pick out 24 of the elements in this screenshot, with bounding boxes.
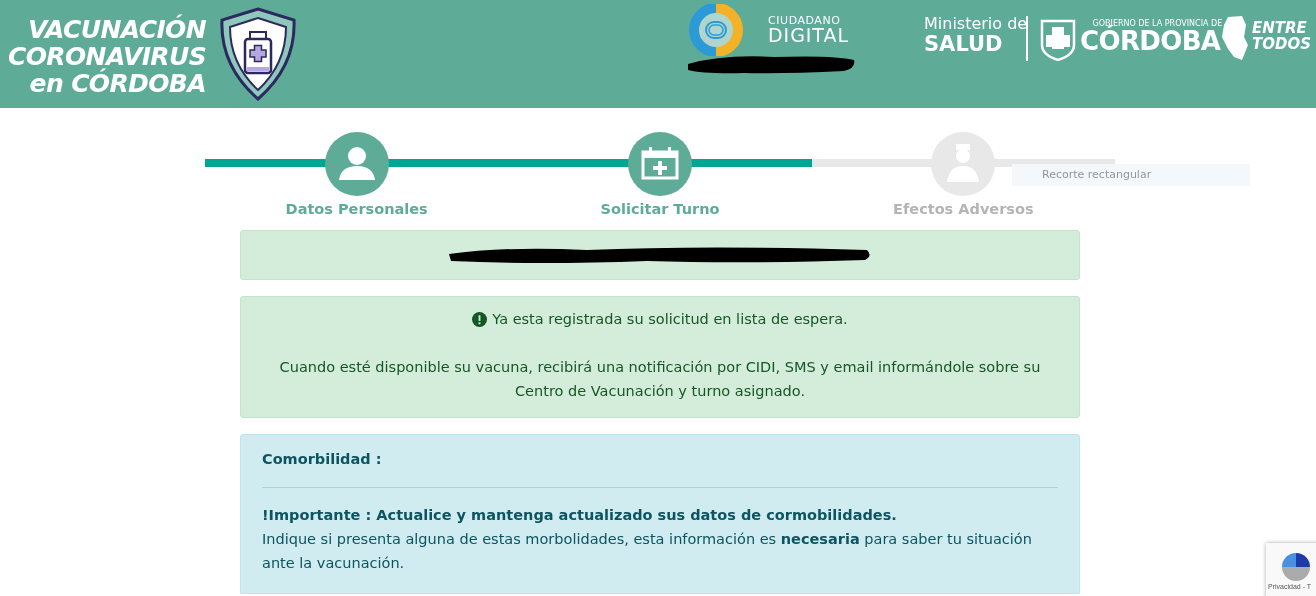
ministry-text: Ministerio de bbox=[924, 16, 1028, 32]
recaptcha-icon bbox=[1280, 551, 1312, 583]
coat-of-arms-icon bbox=[1040, 17, 1076, 61]
title-text: en CÓRDOBA bbox=[29, 69, 206, 97]
step-label: Datos Personales bbox=[285, 200, 428, 219]
calendar-plus-icon[interactable] bbox=[628, 132, 692, 196]
important-note: !Importante : Actualice y mantenga actualizado sus datos de cormobilidades. bbox=[262, 506, 898, 525]
instruction-text: Indique si presenta alguna de estas morbolidades, esta información es necesaria para saber tu situación ante la vacunación. bbox=[262, 530, 1033, 573]
person-icon[interactable] bbox=[324, 132, 389, 196]
province-map-icon bbox=[1220, 15, 1250, 61]
logo-text: DIGITAL bbox=[768, 26, 849, 45]
alert-message: Cuando esté disponible su vacuna, recibirá una notificación por CIDI, SMS y email informándole sobre su Centro de Vacunación y turno asignado. bbox=[278, 358, 1042, 401]
cidi-logo-icon bbox=[686, 4, 746, 56]
step-label: Solicitar Turno bbox=[600, 200, 720, 219]
exclamation-icon bbox=[472, 311, 488, 327]
title-text: VACUNACIÓN bbox=[28, 15, 206, 43]
step-label: Efectos Adversos bbox=[893, 200, 1034, 219]
tooltip: Recorte rectangular bbox=[1012, 164, 1250, 186]
ministry-text: SALUD bbox=[924, 34, 1004, 55]
logo-text: CIUDADANO bbox=[768, 15, 842, 26]
slogan-text: ENTRE bbox=[1252, 20, 1308, 36]
section-title: Comorbilidad : bbox=[262, 450, 383, 469]
alert-message: Ya esta registrada su solicitud en lista de espera. bbox=[492, 310, 848, 329]
slogan-text: TODOS bbox=[1252, 36, 1311, 52]
